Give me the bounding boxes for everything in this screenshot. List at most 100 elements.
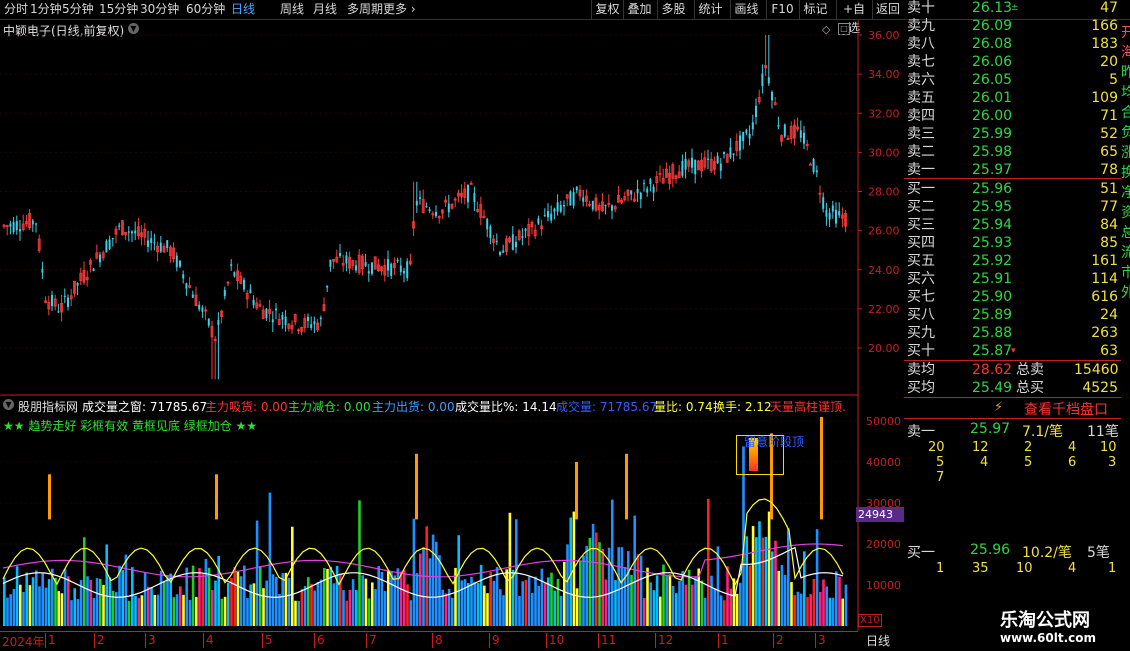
toolbar-button-7[interactable]: +自选 — [836, 0, 871, 35]
x-axis-month: 9 — [489, 633, 500, 648]
volume-bar — [620, 547, 624, 626]
period-tab-4[interactable]: 30分钟 — [140, 1, 179, 18]
bid-level-volume: 77 — [1100, 199, 1118, 215]
view-depth-button[interactable]: 查看千档盘口 — [1024, 399, 1108, 419]
toolbar-button-4[interactable]: 画线 — [730, 0, 762, 19]
bid-level-volume: 85 — [1100, 235, 1118, 251]
ask-level[interactable]: 卖十 26.13 47 ± — [904, 0, 1121, 17]
toolbar-button-2[interactable]: 多股 — [657, 0, 689, 19]
ask-level-volume: 109 — [1091, 90, 1118, 106]
bid-level[interactable]: 买二 25.95 77 — [904, 198, 1121, 216]
ask-level-label: 卖一 — [907, 162, 935, 178]
period-tab-10[interactable]: 更多 › — [383, 1, 416, 18]
volume-bar — [787, 528, 790, 626]
bid-level-price: 25.96 — [972, 181, 1013, 197]
volume-bar — [316, 581, 320, 626]
ask-bid-divider — [904, 178, 1121, 179]
volume-bar — [412, 518, 416, 626]
bid-level[interactable]: 买五 25.92 161 — [904, 252, 1121, 270]
toolbar-button-8[interactable]: 返回 — [872, 0, 903, 19]
toolbar-button-3[interactable]: 统计 — [694, 0, 726, 19]
bid-level-volume: 263 — [1091, 325, 1118, 341]
toolbar-button-5[interactable]: F10 — [766, 0, 798, 19]
candle-body — [51, 294, 53, 307]
buy-detail-order: 4 — [1068, 561, 1077, 576]
volume-bar — [844, 584, 848, 626]
bid-level[interactable]: 买十 25.87 63 ▾ — [904, 342, 1121, 360]
ask-level[interactable]: 卖一 25.97 78 — [904, 161, 1121, 179]
volume-bar — [655, 575, 659, 626]
candle-body — [643, 183, 645, 185]
bid-level[interactable]: 买四 25.93 85 — [904, 234, 1121, 252]
volume-bar — [841, 598, 844, 626]
period-tab-1[interactable]: 1分钟 — [30, 1, 62, 18]
ask-level[interactable]: 卖九 26.09 166 — [904, 17, 1121, 35]
ask-level[interactable]: 卖八 26.08 183 — [904, 35, 1121, 53]
ask-level[interactable]: 卖七 26.06 20 — [904, 53, 1121, 71]
volume-bar — [675, 593, 678, 626]
period-tab-0[interactable]: 分时 — [4, 1, 28, 18]
candle-body — [403, 270, 405, 274]
x-axis-month: 2 — [94, 633, 105, 648]
volume-bar — [812, 578, 816, 626]
volume-bar — [499, 589, 502, 626]
candle-body — [473, 193, 476, 203]
bid-level[interactable]: 买三 25.94 84 — [904, 216, 1121, 234]
volume-bar — [131, 567, 134, 626]
bid-level[interactable]: 买八 25.89 24 — [904, 306, 1121, 324]
period-tab-6[interactable]: 日线 — [231, 1, 255, 18]
volume-bar — [83, 537, 86, 626]
volume-bar — [134, 595, 137, 626]
candle-body — [489, 226, 492, 239]
candle-body — [307, 316, 309, 321]
volume-bar — [223, 596, 227, 626]
current-volume-tag: 24943 — [856, 507, 904, 522]
ask-level-label: 卖九 — [907, 18, 935, 34]
volume-bar — [393, 575, 396, 626]
volume-bar — [489, 572, 492, 626]
bid-level[interactable]: 买九 25.88 263 — [904, 324, 1121, 342]
period-tab-7[interactable]: 周线 — [280, 1, 304, 18]
ask-level[interactable]: 卖六 26.05 5 — [904, 71, 1121, 89]
volume-bar — [659, 596, 662, 626]
period-tab-8[interactable]: 月线 — [313, 1, 337, 18]
candle-body — [835, 209, 837, 224]
buy-total-label: 总买 — [1016, 380, 1044, 396]
volume-bar — [556, 578, 560, 626]
volume-bar — [41, 572, 44, 626]
sell-detail-order: 4 — [980, 455, 989, 470]
period-tab-9[interactable]: 多周期 — [347, 1, 383, 18]
candlestick-chart[interactable]: 36.00 34.00 32.00 30.00 28.00 26.00 24.00 22.00… — [0, 20, 904, 415]
period-tab-3[interactable]: 15分钟 — [99, 1, 138, 18]
side-strip-char: 市 — [1121, 265, 1130, 281]
bid-level[interactable]: 买六 25.91 114 — [904, 270, 1121, 288]
period-tab-5[interactable]: 60分钟 — [186, 1, 225, 18]
ask-level[interactable]: 卖五 26.01 109 — [904, 89, 1121, 107]
candle-body — [185, 283, 188, 289]
bid-level[interactable]: 买一 25.96 51 — [904, 180, 1121, 198]
candle-body — [159, 242, 162, 252]
volume-bar — [9, 594, 12, 626]
candle-body — [223, 289, 226, 297]
toolbar-button-1[interactable]: 叠加 — [623, 0, 655, 19]
indicator-dropdown-icon[interactable]: ▼ — [3, 399, 14, 410]
toolbar-button-0[interactable]: 复权 — [591, 0, 623, 19]
bid-level[interactable]: 买七 25.90 616 — [904, 288, 1121, 306]
toolbar-button-6[interactable]: 标记 — [799, 0, 831, 19]
candle-body — [745, 130, 748, 133]
candle-body — [265, 308, 268, 319]
ask-level[interactable]: 卖三 25.99 52 — [904, 125, 1121, 143]
candle-body — [447, 203, 450, 213]
ask-level-volume: 65 — [1100, 144, 1118, 160]
volume-bar — [460, 580, 464, 626]
volume-bar — [604, 579, 608, 626]
ask-level[interactable]: 卖四 26.00 71 — [904, 107, 1121, 125]
candle-body — [707, 158, 709, 160]
candle-body — [271, 319, 274, 323]
indicator-value-0: 成交量之窗: 71785.67 — [82, 400, 208, 414]
volume-bar — [44, 587, 48, 626]
volume-bar — [441, 589, 444, 626]
period-tab-2[interactable]: 5分钟 — [62, 1, 94, 18]
volume-bar — [451, 597, 454, 626]
ask-level[interactable]: 卖二 25.98 65 — [904, 143, 1121, 161]
